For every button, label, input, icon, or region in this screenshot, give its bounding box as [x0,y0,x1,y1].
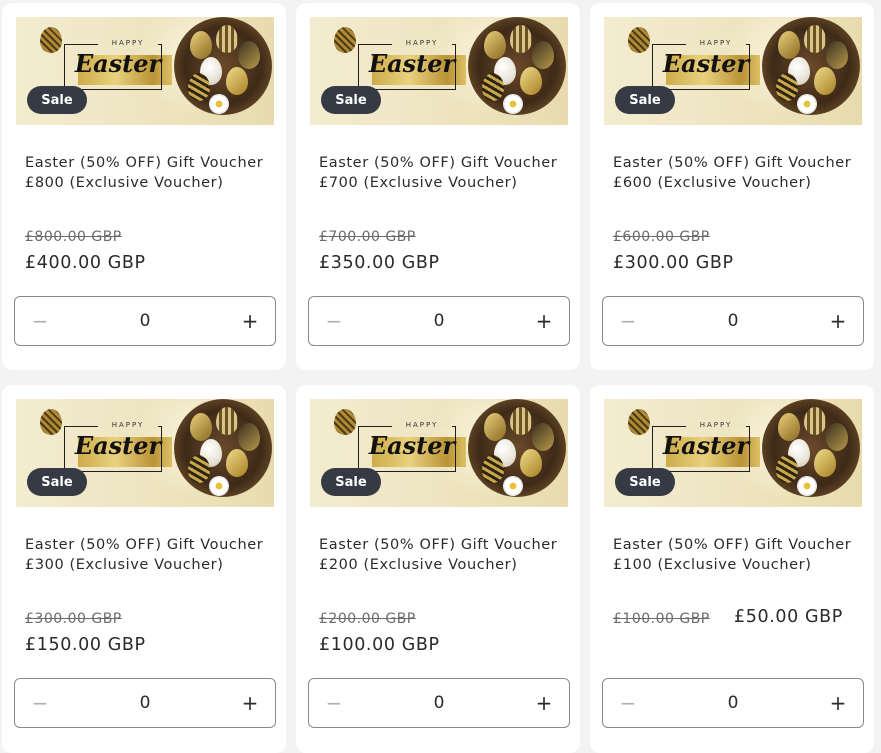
product-card[interactable]: HAPPY Easter Sale Easter (50% OFF) Gift … [296,385,580,753]
decrease-quantity-button[interactable]: − [603,297,653,345]
egg-icon [334,27,356,53]
product-image[interactable]: HAPPY Easter Sale [604,17,862,125]
product-card[interactable]: HAPPY Easter Sale Easter (50% OFF) Gift … [590,385,874,753]
banner-happy-text: HAPPY [392,421,452,429]
decrease-quantity-button[interactable]: − [309,679,359,727]
sale-price: £350.00 GBP [319,253,440,273]
sale-badge: Sale [321,468,381,496]
product-image[interactable]: HAPPY Easter Sale [310,17,568,125]
sale-price: £100.00 GBP [319,635,440,655]
sale-badge: Sale [615,468,675,496]
quantity-stepper: − 0 + [602,296,864,346]
product-image[interactable]: HAPPY Easter Sale [310,399,568,507]
product-title[interactable]: Easter (50% OFF) Gift Voucher £200 (Excl… [319,535,569,575]
product-title[interactable]: Easter (50% OFF) Gift Voucher £600 (Excl… [613,153,863,193]
increase-quantity-button[interactable]: + [519,679,569,727]
egg-icon [40,409,62,435]
banner-easter-text: Easter [74,431,162,460]
egg-icon [628,27,650,53]
daisy-icon [798,477,816,495]
product-card[interactable]: HAPPY Easter Sale Easter (50% OFF) Gift … [296,3,580,370]
banner-happy-text: HAPPY [686,421,746,429]
quantity-stepper: − 0 + [602,678,864,728]
quantity-value[interactable]: 0 [653,311,813,331]
banner-easter-text: Easter [368,431,456,460]
product-title[interactable]: Easter (50% OFF) Gift Voucher £100 (Excl… [613,535,863,575]
daisy-icon [210,477,228,495]
increase-quantity-button[interactable]: + [519,297,569,345]
compare-price: £800.00 GBP [25,229,122,245]
decrease-quantity-button[interactable]: − [309,297,359,345]
quantity-stepper: − 0 + [308,296,570,346]
quantity-stepper: − 0 + [14,678,276,728]
banner-easter-text: Easter [662,431,750,460]
compare-price: £200.00 GBP [319,611,416,627]
decrease-quantity-button[interactable]: − [15,297,65,345]
compare-price: £100.00 GBP [613,611,710,627]
product-image[interactable]: HAPPY Easter Sale [16,399,274,507]
sale-badge: Sale [27,468,87,496]
compare-price: £600.00 GBP [613,229,710,245]
banner-easter-text: Easter [368,49,456,78]
banner-happy-text: HAPPY [686,39,746,47]
daisy-icon [798,95,816,113]
quantity-value[interactable]: 0 [359,693,519,713]
product-image[interactable]: HAPPY Easter Sale [604,399,862,507]
daisy-icon [504,477,522,495]
product-card[interactable]: HAPPY Easter Sale Easter (50% OFF) Gift … [2,3,286,370]
increase-quantity-button[interactable]: + [225,679,275,727]
product-title[interactable]: Easter (50% OFF) Gift Voucher £800 (Excl… [25,153,275,193]
decrease-quantity-button[interactable]: − [603,679,653,727]
banner-easter-text: Easter [662,49,750,78]
egg-icon [628,409,650,435]
quantity-value[interactable]: 0 [359,311,519,331]
egg-icon [334,409,356,435]
sale-price: £50.00 GBP [734,607,843,627]
sale-price: £400.00 GBP [25,253,146,273]
banner-easter-text: Easter [74,49,162,78]
quantity-value[interactable]: 0 [65,693,225,713]
sale-badge: Sale [615,86,675,114]
increase-quantity-button[interactable]: + [813,679,863,727]
product-card[interactable]: HAPPY Easter Sale Easter (50% OFF) Gift … [590,3,874,370]
quantity-stepper: − 0 + [14,296,276,346]
decrease-quantity-button[interactable]: − [15,679,65,727]
sale-badge: Sale [321,86,381,114]
increase-quantity-button[interactable]: + [225,297,275,345]
banner-happy-text: HAPPY [98,421,158,429]
daisy-icon [504,95,522,113]
egg-icon [40,27,62,53]
increase-quantity-button[interactable]: + [813,297,863,345]
product-title[interactable]: Easter (50% OFF) Gift Voucher £300 (Excl… [25,535,275,575]
sale-price: £300.00 GBP [613,253,734,273]
quantity-value[interactable]: 0 [65,311,225,331]
banner-happy-text: HAPPY [392,39,452,47]
sale-price: £150.00 GBP [25,635,146,655]
quantity-value[interactable]: 0 [653,693,813,713]
product-card[interactable]: HAPPY Easter Sale Easter (50% OFF) Gift … [2,385,286,753]
quantity-stepper: − 0 + [308,678,570,728]
product-image[interactable]: HAPPY Easter Sale [16,17,274,125]
product-title[interactable]: Easter (50% OFF) Gift Voucher £700 (Excl… [319,153,569,193]
sale-badge: Sale [27,86,87,114]
daisy-icon [210,95,228,113]
compare-price: £300.00 GBP [25,611,122,627]
banner-happy-text: HAPPY [98,39,158,47]
compare-price: £700.00 GBP [319,229,416,245]
